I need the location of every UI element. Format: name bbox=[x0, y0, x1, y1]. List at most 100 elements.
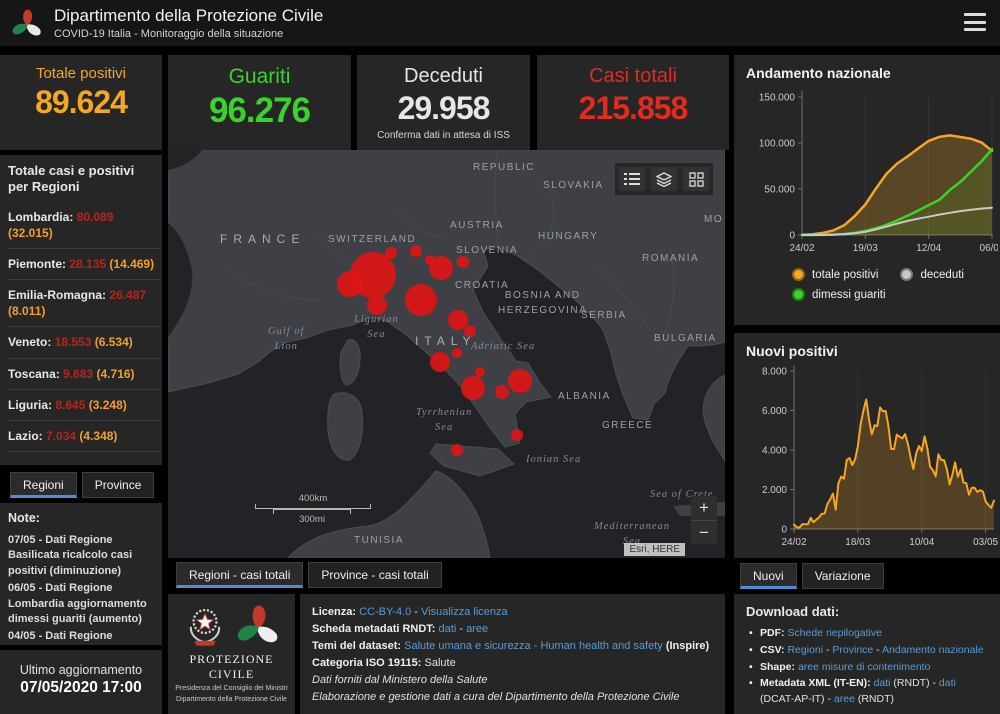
case-cluster-marker[interactable] bbox=[508, 369, 532, 393]
region-positives: (14.469) bbox=[109, 256, 155, 271]
card-deceduti: Deceduti 29.958 Conferma dati in attesa … bbox=[357, 55, 530, 150]
card-label: Casi totali bbox=[589, 65, 677, 87]
scale-km: 400km bbox=[298, 493, 328, 504]
region-total: 80.089 bbox=[76, 209, 114, 224]
tab-regioni-casi-totali[interactable]: Regioni - casi totali bbox=[176, 562, 304, 588]
region-name: Lombardia: bbox=[8, 209, 74, 224]
region-row: Lombardia: 80.089 (32.015) bbox=[8, 202, 160, 249]
map-country-label: SWITZERLAND bbox=[328, 234, 417, 245]
case-cluster-marker[interactable] bbox=[475, 367, 485, 377]
case-cluster-marker[interactable] bbox=[429, 256, 453, 280]
map-country-label: SERBIA bbox=[581, 310, 627, 321]
map-country-label: REPUBLIC bbox=[473, 162, 536, 173]
note-item: 04/05 - Dati Regione Sardegna ricalcolo … bbox=[8, 630, 113, 641]
org-line2: Dipartimento della Protezione Civile bbox=[176, 695, 287, 703]
legend-dot-icon bbox=[900, 268, 914, 281]
link[interactable]: Visualizza licenza bbox=[421, 606, 508, 618]
notes-list[interactable]: 07/05 - Dati Regione Basilicata ricalcol… bbox=[8, 533, 162, 641]
map-toolbar bbox=[615, 163, 713, 195]
regions-province-tabs: Regioni Province bbox=[10, 472, 155, 498]
map-sea-label: Gulf of Lion bbox=[268, 326, 305, 352]
legend-label: dimessi guariti bbox=[812, 288, 886, 301]
download-item: Shape: aree misure di contenimento bbox=[746, 660, 988, 676]
link[interactable]: dati bbox=[439, 623, 457, 635]
layers-icon[interactable] bbox=[651, 167, 677, 191]
case-cluster-marker[interactable] bbox=[451, 444, 463, 456]
map-country-label: SLOVAKIA bbox=[543, 180, 604, 191]
link[interactable]: aree misure di contenimento bbox=[798, 661, 931, 673]
license-row: Temi del dataset: Salute umana e sicurez… bbox=[312, 638, 713, 655]
andamento-title: Andamento nazionale bbox=[746, 65, 891, 81]
download-item: CSV: Regioni - Province - Andamento nazi… bbox=[746, 643, 988, 659]
logos-panel: PROTEZIONE CIVILE Presidenza del Consigl… bbox=[168, 594, 295, 714]
scale-mi: 300mi bbox=[299, 514, 325, 525]
case-cluster-marker[interactable] bbox=[511, 429, 523, 441]
link[interactable]: dati bbox=[939, 677, 956, 689]
nuovi-positivi-title: Nuovi positivi bbox=[746, 343, 838, 359]
case-cluster-marker[interactable] bbox=[430, 352, 450, 372]
region-positives: (3.248) bbox=[88, 397, 127, 412]
text: Dati forniti dal Ministero della Salute bbox=[312, 674, 488, 687]
case-cluster-marker[interactable] bbox=[337, 271, 363, 297]
card-totale-positivi: Totale positivi 89.624 bbox=[0, 55, 162, 150]
region-list[interactable]: Lombardia: 80.089 (32.015) Piemonte: 28.1… bbox=[8, 202, 162, 460]
link[interactable]: aree bbox=[834, 693, 855, 705]
map[interactable]: REPUBLIC SLOVAKIA AUSTRIA HUNGARY MO ROMANIA F… bbox=[168, 150, 725, 558]
tab-nuovi[interactable]: Nuovi bbox=[740, 563, 797, 589]
basemap-icon[interactable] bbox=[683, 167, 709, 191]
text: - bbox=[456, 623, 467, 636]
tab-variazione[interactable]: Variazione bbox=[801, 563, 884, 589]
svg-text:8.000: 8.000 bbox=[762, 367, 787, 378]
text: (Inspire) bbox=[662, 640, 710, 653]
link[interactable]: Salute umana e sicurezza - Human health … bbox=[404, 640, 663, 652]
map-scalebar: 400km 300mi bbox=[255, 493, 371, 525]
map-country-label: ROMANIA bbox=[642, 253, 700, 264]
region-total: 7.034 bbox=[46, 429, 77, 443]
svg-text:100.000: 100.000 bbox=[759, 139, 796, 150]
tab-province-casi-totali[interactable]: Province - casi totali bbox=[308, 562, 442, 588]
map-overlays: REPUBLIC SLOVAKIA AUSTRIA HUNGARY MO ROMANIA F… bbox=[168, 150, 725, 558]
downloads-panel: Download dati: PDF: Schede riepilogative… bbox=[734, 594, 1000, 714]
menu-icon[interactable] bbox=[964, 13, 986, 31]
svg-text:6.000: 6.000 bbox=[762, 406, 787, 417]
case-cluster-marker[interactable] bbox=[367, 295, 387, 315]
legend-item: dimessi guariti bbox=[792, 288, 886, 301]
tab-province[interactable]: Province bbox=[81, 472, 155, 498]
note-item: 06/05 - Dati Regione Lombardia aggiornam… bbox=[8, 582, 147, 625]
license-row: Licenza: CC-BY-4.0 - Visualizza licenza bbox=[312, 604, 713, 621]
link[interactable]: Regioni bbox=[787, 644, 823, 656]
region-name: Lazio: bbox=[8, 429, 43, 443]
link[interactable]: dati bbox=[874, 677, 891, 689]
legend-icon[interactable] bbox=[619, 167, 645, 191]
zoom-out-button[interactable]: − bbox=[691, 520, 717, 544]
case-cluster-marker[interactable] bbox=[495, 385, 509, 399]
svg-text:19/03: 19/03 bbox=[853, 243, 878, 254]
map-country-label: SLOVENIA bbox=[456, 245, 519, 256]
app-title: Dipartimento della Protezione Civile bbox=[54, 6, 324, 25]
case-cluster-marker[interactable] bbox=[385, 247, 397, 259]
org-line1: Presidenza del Consiglio dei Ministri bbox=[175, 685, 288, 692]
region-positives: (4.348) bbox=[79, 429, 118, 443]
case-cluster-marker[interactable] bbox=[405, 284, 437, 316]
card-label: Guariti bbox=[228, 65, 291, 88]
link[interactable]: Province bbox=[832, 644, 873, 656]
link[interactable]: CC-BY-4.0 bbox=[359, 606, 411, 618]
nuovi-positivi-chart: 0 2.000 4.000 6.000 8.000 24/02 18/03 10/04 03/0… bbox=[762, 365, 999, 548]
text: Categoria ISO 19115: bbox=[312, 657, 425, 670]
downloads-title: Download dati: bbox=[746, 604, 840, 619]
note-item: 07/05 - Dati Regione Basilicata ricalcol… bbox=[8, 534, 133, 577]
nuovi-positivi-panel: Nuovi positivi 0 2.000 4.000 6.000 8.000 24/0… bbox=[734, 333, 1000, 558]
map-layer-tabs: Regioni - casi totali Province - casi tot… bbox=[176, 562, 442, 588]
region-row: Piemonte: 28.135 (14.469) bbox=[8, 249, 160, 281]
link[interactable]: Schede riepilogative bbox=[787, 627, 882, 639]
region-row: Lazio: 7.034 (4.348) bbox=[8, 421, 160, 453]
download-item: PDF: Schede riepilogative bbox=[746, 626, 988, 642]
case-cluster-marker[interactable] bbox=[461, 376, 485, 400]
text: Licenza: bbox=[312, 606, 360, 618]
tab-regioni[interactable]: Regioni bbox=[10, 472, 77, 498]
map-zoom-control: + − bbox=[691, 496, 717, 544]
link[interactable]: aree bbox=[466, 623, 488, 635]
zoom-in-button[interactable]: + bbox=[691, 496, 717, 520]
legend-label: totale positivi bbox=[812, 268, 879, 281]
link[interactable]: Andamento nazionale bbox=[882, 644, 984, 656]
